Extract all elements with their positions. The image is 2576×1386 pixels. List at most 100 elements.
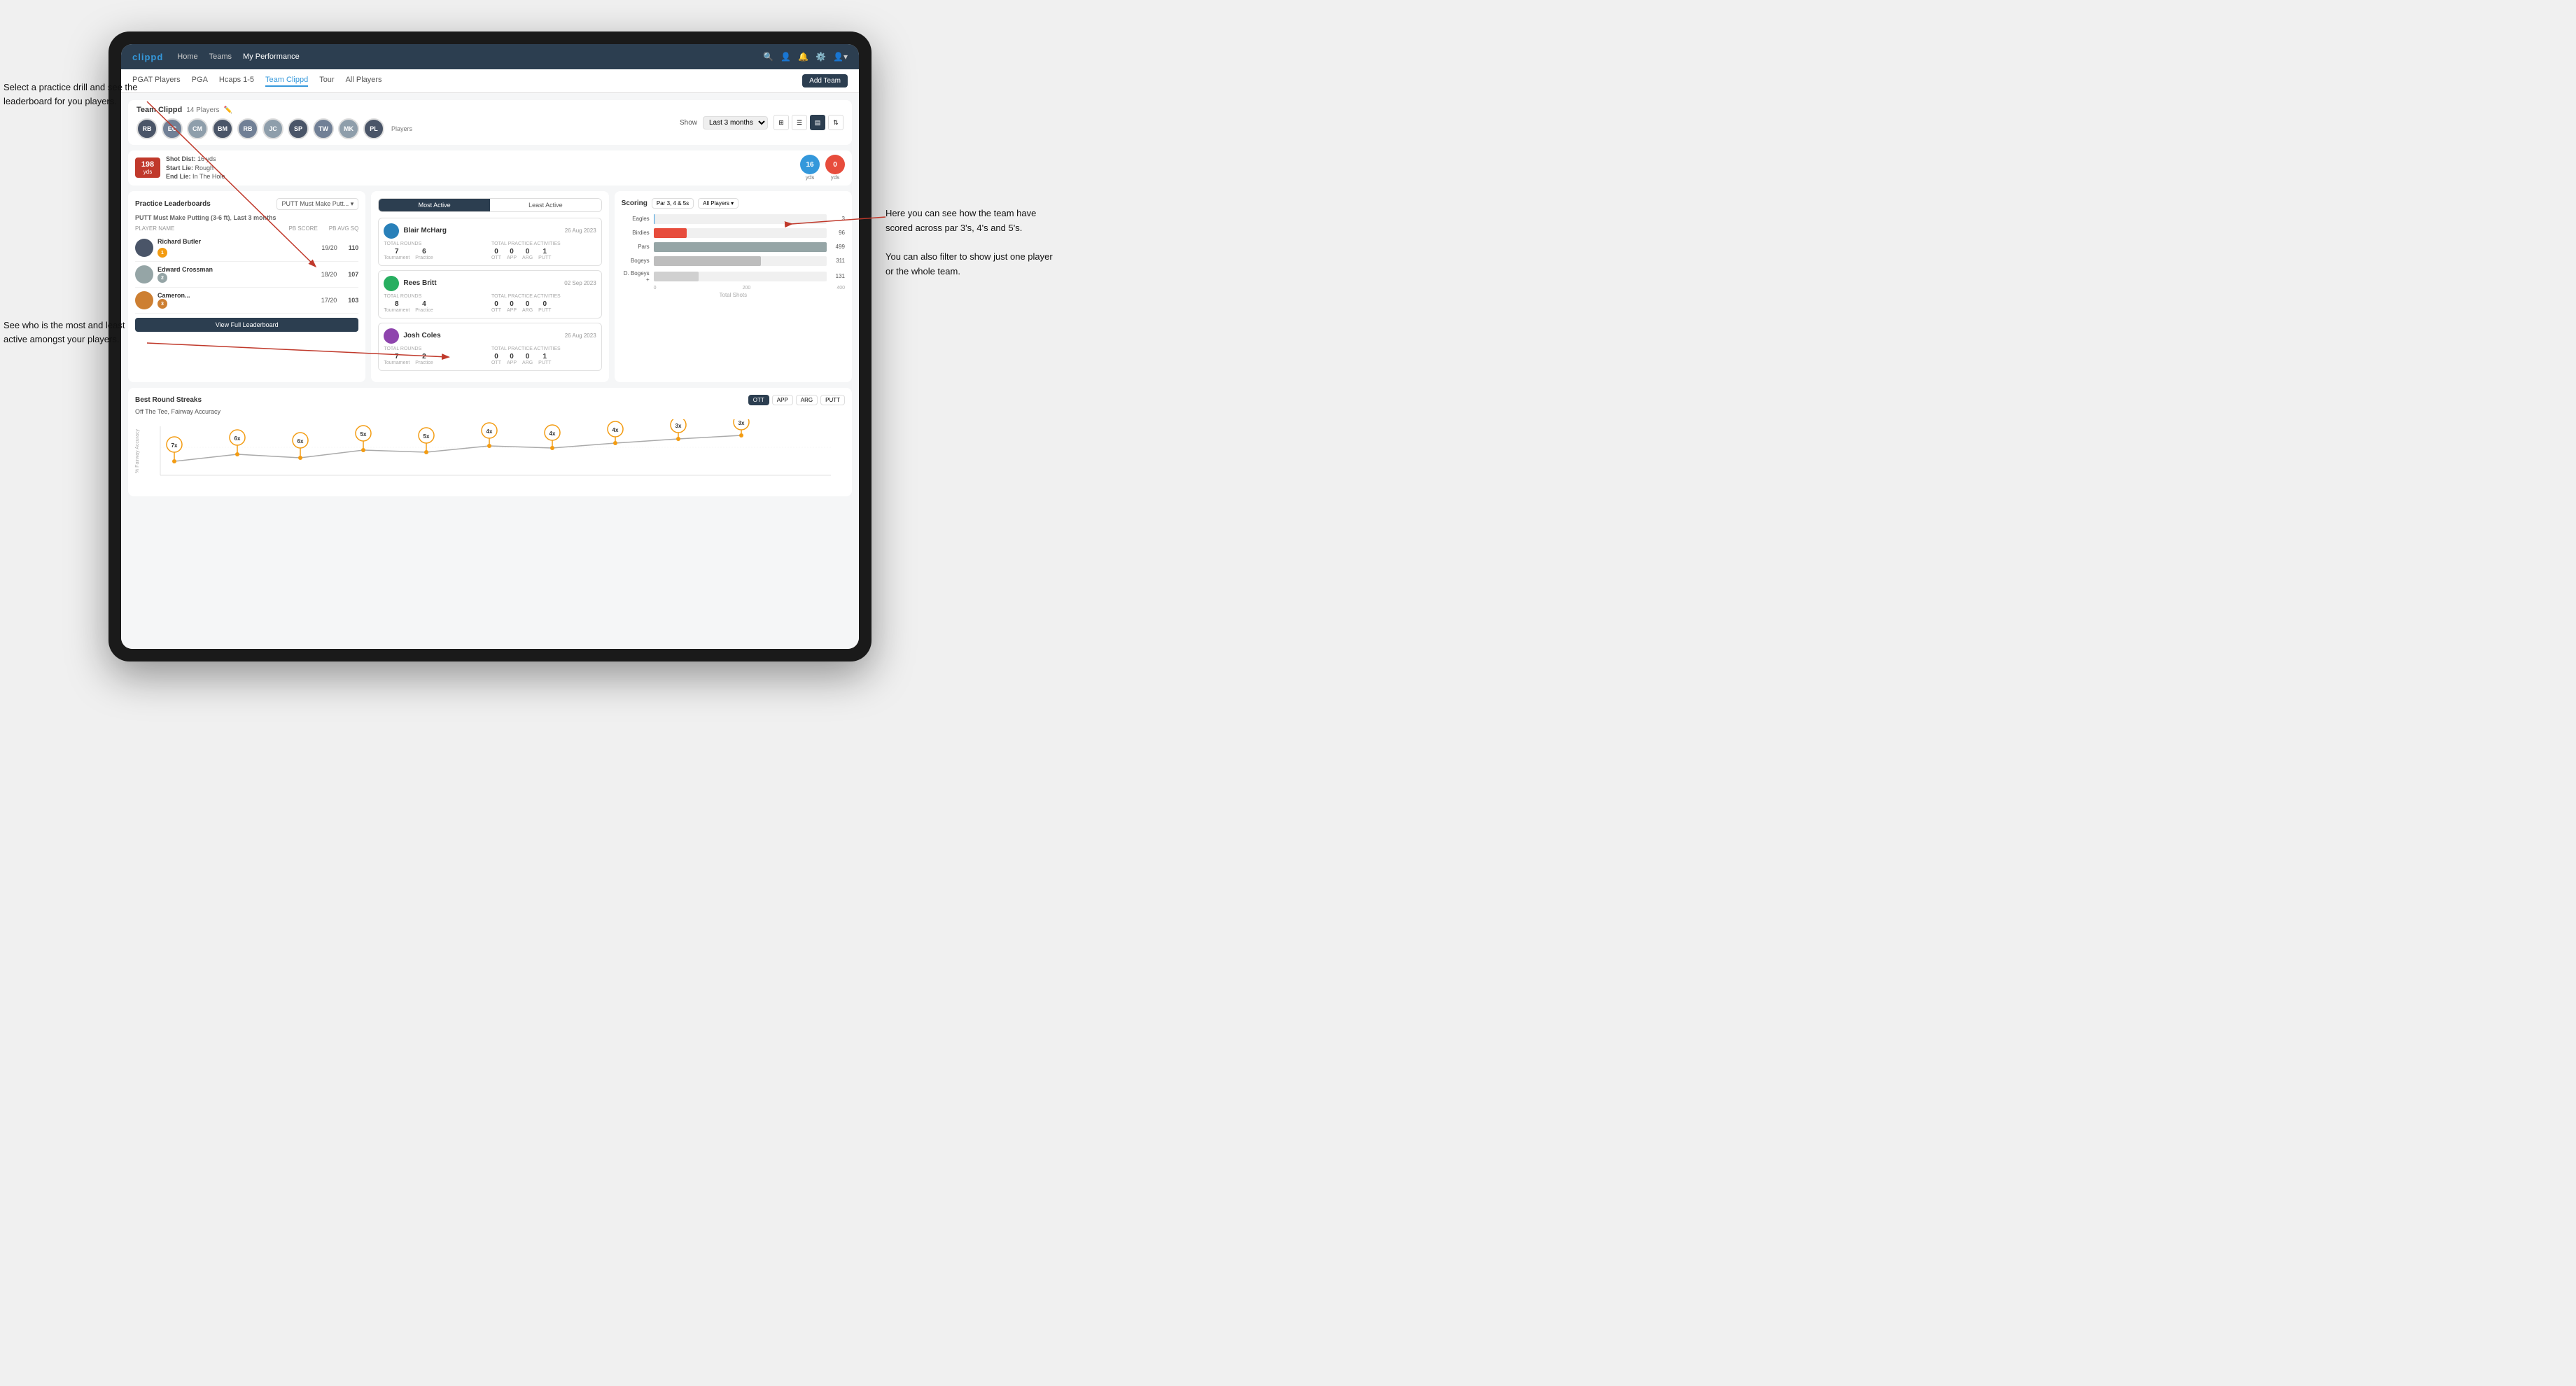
lb-avg-1: 110 xyxy=(349,244,359,251)
edit-icon[interactable]: ✏️ xyxy=(223,106,232,114)
lb-drill-dropdown[interactable]: PUTT Must Make Putt... ▾ xyxy=(276,198,358,210)
blair-putt: 1 PUTT xyxy=(538,248,551,260)
lb-avatar-3 xyxy=(135,291,153,309)
blair-stats: Total Rounds 7 Tournament 6 Pr xyxy=(384,241,596,260)
josh-header: Josh Coles 26 Aug 2023 xyxy=(384,328,596,344)
avatar-9[interactable]: MK xyxy=(338,118,359,139)
avatar-3[interactable]: CM xyxy=(187,118,208,139)
avatar-5[interactable]: RB xyxy=(237,118,258,139)
sec-tour[interactable]: Tour xyxy=(319,76,334,87)
avatar-1[interactable]: RB xyxy=(136,118,158,139)
rees-rounds: Total Rounds 8 Tournament 4 Pr xyxy=(384,294,489,313)
streaks-card: Best Round Streaks OTT APP ARG PUTT Off … xyxy=(128,388,852,496)
list-view-btn[interactable]: ☰ xyxy=(792,115,807,130)
josh-stats: Total Rounds 7 Tournament 2 Pr xyxy=(384,346,596,365)
josh-practice-activities: Total Practice Activities 0 OTT 0 xyxy=(491,346,596,365)
sec-pga[interactable]: PGA xyxy=(192,76,208,87)
col-score: PB SCORE xyxy=(288,225,317,232)
shot-dist-row: Shot Dist: 16 yds xyxy=(166,155,225,164)
silver-badge: 2 xyxy=(158,273,167,283)
bogeys-bar xyxy=(654,256,761,266)
add-team-button[interactable]: Add Team xyxy=(802,74,848,88)
card-view-btn[interactable]: ▤ xyxy=(810,115,825,130)
lb-score-1: 19/20 xyxy=(321,244,337,251)
players-filter-btn[interactable]: All Players ▾ xyxy=(698,198,738,209)
player-row-josh: Josh Coles 26 Aug 2023 Total Rounds 7 xyxy=(378,323,601,371)
lb-score-3: 17/20 xyxy=(321,297,337,304)
par-filter-btn[interactable]: Par 3, 4 & 5s xyxy=(652,198,694,209)
rees-name: Rees Britt xyxy=(403,279,560,287)
yards-to: 0 yds xyxy=(825,155,845,181)
avatar-2[interactable]: EC xyxy=(162,118,183,139)
filter-app[interactable]: APP xyxy=(772,395,793,405)
yards-from: 16 yds xyxy=(800,155,820,181)
filter-putt[interactable]: PUTT xyxy=(820,395,845,405)
birdies-value: 96 xyxy=(831,230,845,236)
bogeys-row: Bogeys 311 xyxy=(622,256,845,266)
least-active-tab[interactable]: Least Active xyxy=(490,199,601,211)
nav-links: Home Teams My Performance xyxy=(177,52,749,61)
pars-bar-container xyxy=(654,242,827,252)
period-select[interactable]: Last 3 months Last 6 months Last year xyxy=(703,116,768,130)
avatar-10[interactable]: PL xyxy=(363,118,384,139)
col-avg: PB AVG SQ xyxy=(329,225,359,232)
blair-ott: 0 OTT xyxy=(491,248,501,260)
three-col-grid: Practice Leaderboards PUTT Must Make Put… xyxy=(128,191,852,382)
eagles-value: 3 xyxy=(831,216,845,222)
search-icon[interactable]: 🔍 xyxy=(763,52,774,62)
player-count: 14 Players xyxy=(186,106,219,114)
lb-title: Practice Leaderboards xyxy=(135,200,211,208)
avatar-7[interactable]: SP xyxy=(288,118,309,139)
nav-teams[interactable]: Teams xyxy=(209,52,232,61)
svg-text:3x: 3x xyxy=(738,420,745,426)
josh-rounds: Total Rounds 7 Tournament 2 Pr xyxy=(384,346,489,365)
show-filter-area: Show Last 3 months Last 6 months Last ye… xyxy=(680,115,844,130)
svg-text:6x: 6x xyxy=(298,438,304,444)
nav-home[interactable]: Home xyxy=(177,52,197,61)
birdies-row: Birdies 96 xyxy=(622,228,845,238)
rees-avatar xyxy=(384,276,399,291)
view-icons: ⊞ ☰ ▤ ⇅ xyxy=(774,115,844,130)
scoring-header: Scoring Par 3, 4 & 5s All Players ▾ xyxy=(622,198,845,209)
blair-rounds: Total Rounds 7 Tournament 6 Pr xyxy=(384,241,489,260)
filter-arg[interactable]: ARG xyxy=(796,395,818,405)
dbogeys-label: D. Bogeys + xyxy=(622,270,650,283)
rees-app: 0 APP xyxy=(507,300,517,313)
nav-my-performance[interactable]: My Performance xyxy=(243,52,300,61)
pars-bar xyxy=(654,242,827,252)
bell-icon[interactable]: 🔔 xyxy=(798,52,808,62)
dbogeys-bar-container xyxy=(654,272,827,281)
sec-hcaps[interactable]: Hcaps 1-5 xyxy=(219,76,254,87)
start-lie-row: Start Lie: Rough xyxy=(166,164,225,173)
sort-btn[interactable]: ⇅ xyxy=(828,115,844,130)
nav-logo: clippd xyxy=(132,52,163,62)
settings-icon[interactable]: ⚙️ xyxy=(816,52,826,62)
y-axis-label: % Fairway Accuracy xyxy=(135,426,140,475)
view-full-leaderboard-btn[interactable]: View Full Leaderboard xyxy=(135,318,358,332)
lb-avatar-2 xyxy=(135,265,153,284)
bogeys-value: 311 xyxy=(831,258,845,264)
blair-avatar xyxy=(384,223,399,239)
shot-unit: yds xyxy=(139,169,156,175)
eagles-row: Eagles 3 xyxy=(622,214,845,224)
avatar-6[interactable]: JC xyxy=(262,118,284,139)
chart-xlabel: Total Shots xyxy=(622,292,845,298)
avatar-8[interactable]: TW xyxy=(313,118,334,139)
sec-all-players[interactable]: All Players xyxy=(346,76,382,87)
shot-yards: 16 yds 0 yds xyxy=(800,155,845,181)
svg-text:4x: 4x xyxy=(486,428,493,435)
sec-team-clippd[interactable]: Team Clippd xyxy=(265,76,308,87)
avatar-4[interactable]: BM xyxy=(212,118,233,139)
yards-from-badge: 16 xyxy=(800,155,820,174)
team-info: Team Clippd 14 Players ✏️ RB EC CM BM RB… xyxy=(136,106,680,139)
josh-name: Josh Coles xyxy=(403,332,560,340)
shot-distance-badge: 198 yds xyxy=(135,158,160,178)
filter-ott[interactable]: OTT xyxy=(748,395,769,405)
most-active-tab[interactable]: Most Active xyxy=(379,199,490,211)
people-icon[interactable]: 👤 xyxy=(780,52,791,62)
lb-row-1: Richard Butler 1 19/20 110 xyxy=(135,234,358,262)
grid-view-btn[interactable]: ⊞ xyxy=(774,115,789,130)
lb-drill-full: PUTT Must Make Putting (3-6 ft) xyxy=(135,214,230,221)
profile-icon[interactable]: 👤▾ xyxy=(833,52,848,62)
lb-subtitle: PUTT Must Make Putting (3-6 ft), Last 3 … xyxy=(135,214,358,221)
